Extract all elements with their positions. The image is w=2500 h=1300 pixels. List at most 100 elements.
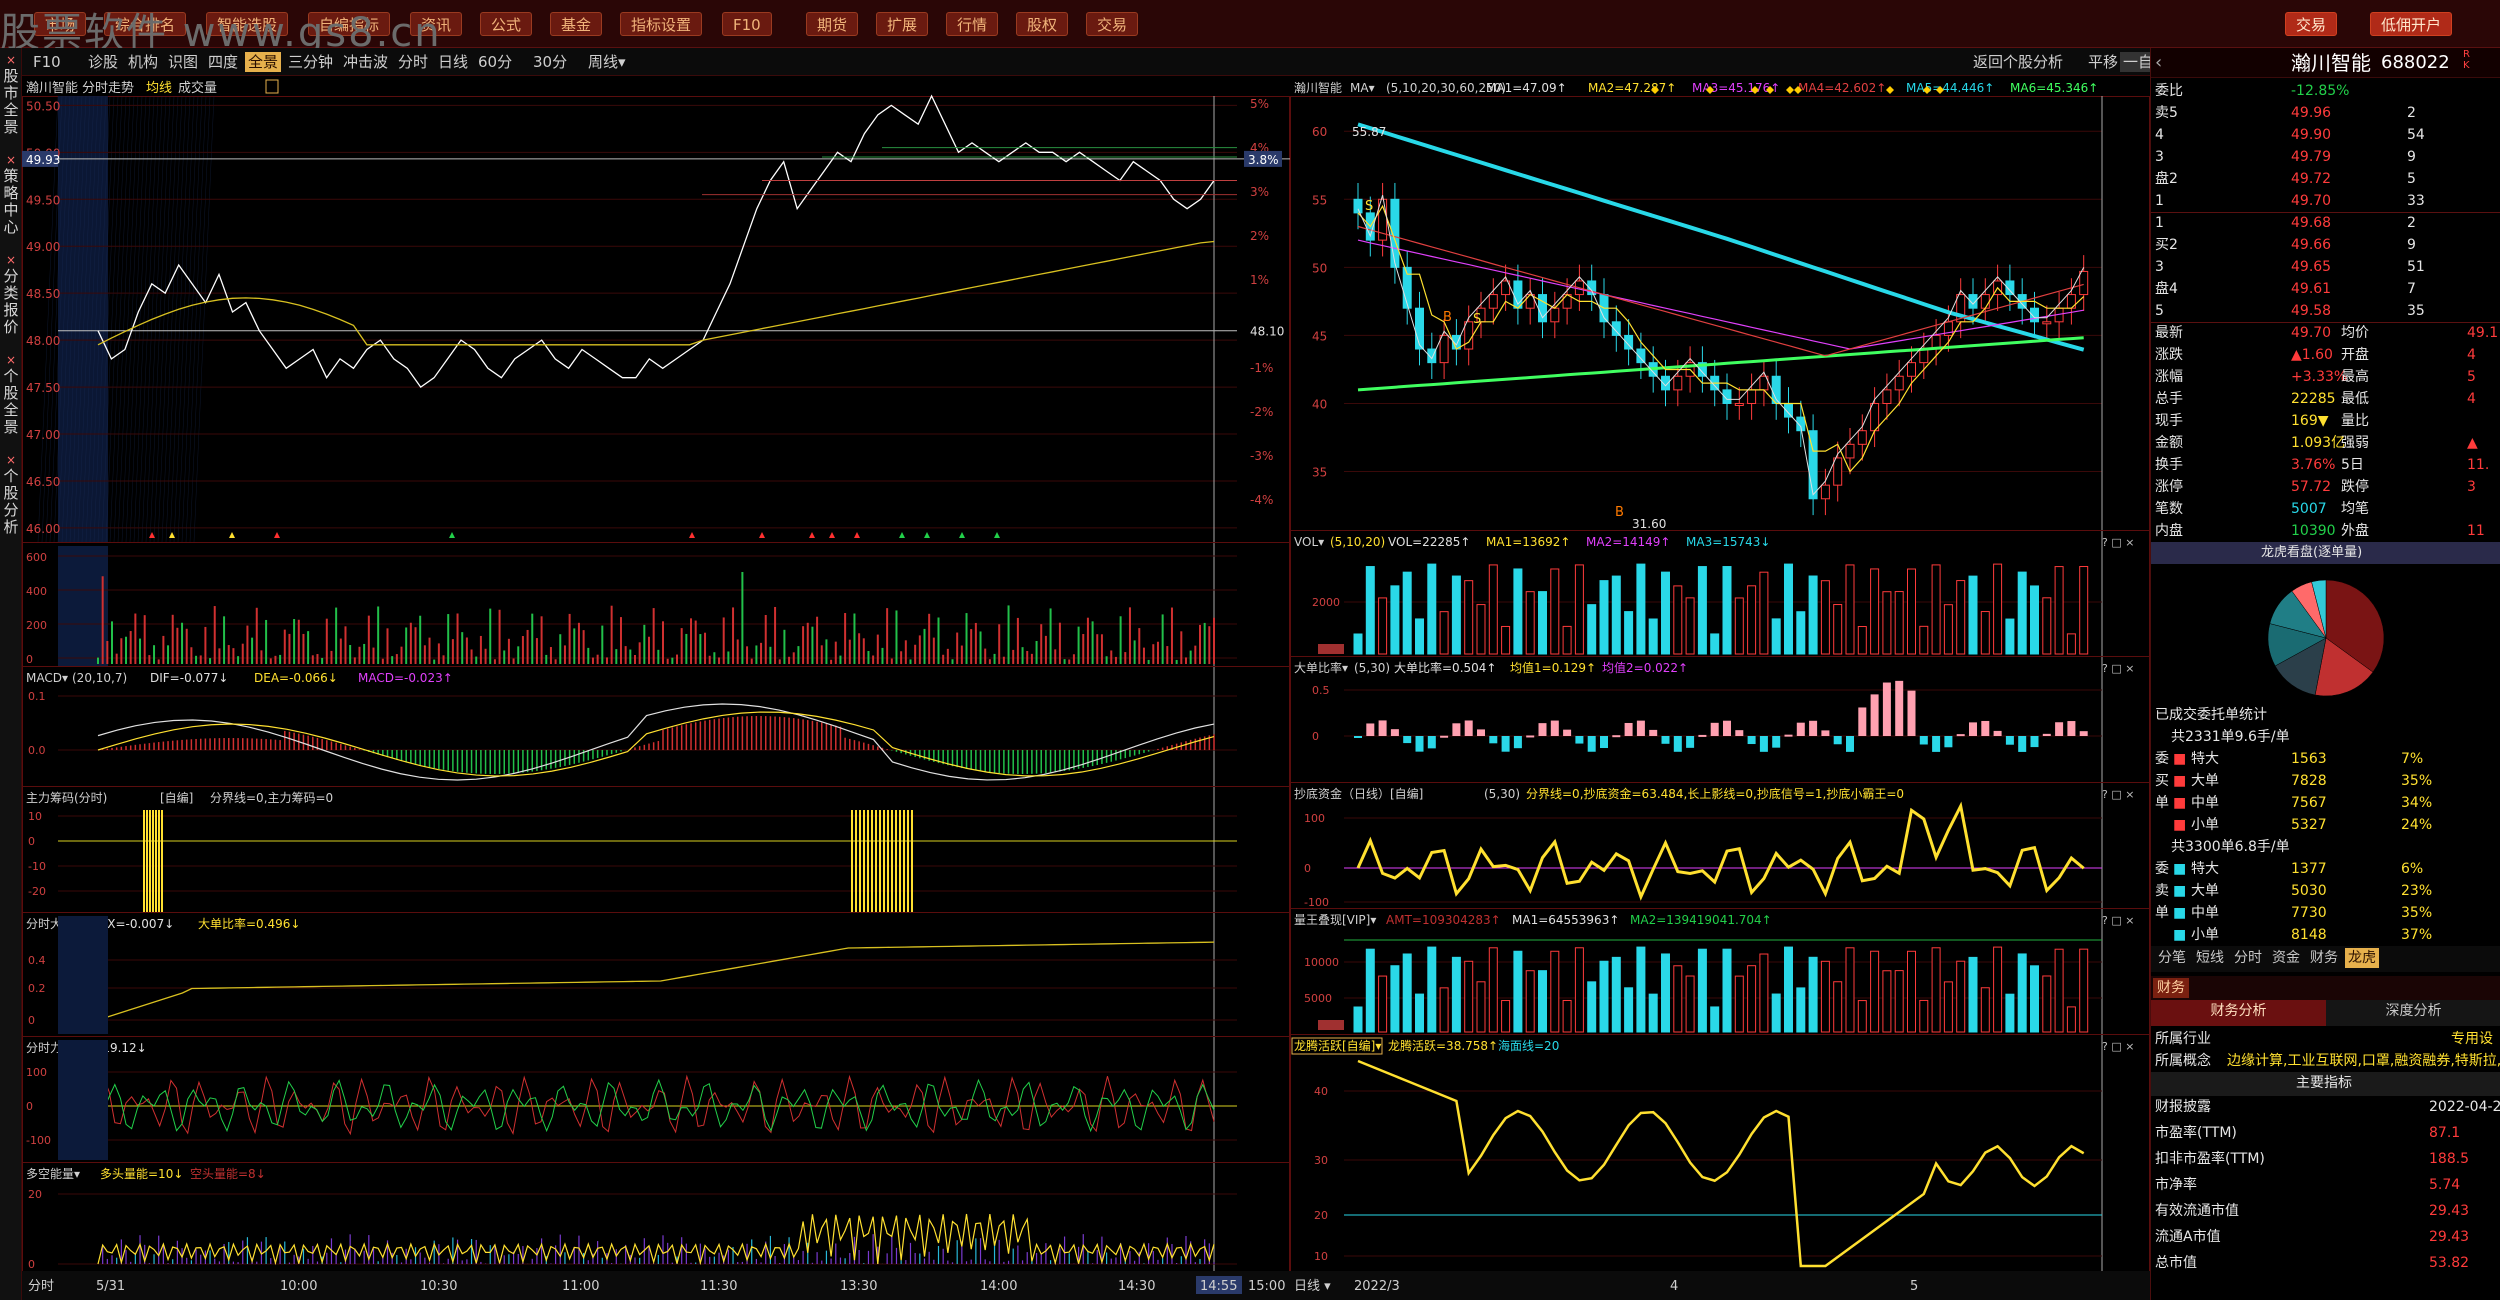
- stat-label: 涨停: [2155, 479, 2183, 495]
- tab-5[interactable]: 全景: [245, 52, 282, 72]
- tab-0[interactable]: F10: [30, 52, 64, 72]
- menu-item-9[interactable]: 期货: [806, 12, 859, 36]
- menu-item-10[interactable]: 扩展: [876, 12, 929, 36]
- stat-label: 现手: [2155, 413, 2183, 429]
- ratio-bar: [1538, 723, 1547, 736]
- candle-body: [2079, 270, 2089, 296]
- vol-bar: [1501, 625, 1511, 655]
- ratio-bar: [1452, 723, 1461, 736]
- ratio-bar: [1846, 736, 1854, 752]
- stat-label-2: 开盘: [2341, 347, 2369, 363]
- candle-body: [1845, 443, 1855, 459]
- menu-item-12[interactable]: 股权: [1016, 12, 1069, 36]
- bid-price: 49.65: [2291, 259, 2332, 275]
- bid-price: 49.58: [2291, 303, 2332, 319]
- ma250-line: [1357, 122, 2085, 352]
- menu-item-7[interactable]: 指标设置: [620, 12, 703, 36]
- tab-4[interactable]: 四度: [205, 52, 241, 72]
- bid-row: 3 49.65 51: [2151, 256, 2500, 278]
- energy-short: 空头量能=8↓: [190, 1167, 266, 1181]
- fund-tick: -100: [1304, 896, 1329, 909]
- tab-7[interactable]: 冲击波: [340, 52, 391, 72]
- trade-button[interactable]: 交易: [2285, 12, 2338, 36]
- tab-3[interactable]: 识图: [165, 52, 201, 72]
- fund-tick: 100: [1304, 812, 1325, 825]
- fin-row: 扣非市盈率(TTM) 188.5: [2151, 1148, 2500, 1174]
- shade-hatch: [145, 95, 167, 543]
- stat-value-2: 3: [2467, 479, 2476, 495]
- side-item-4[interactable]: 个股分析: [2, 468, 20, 536]
- subtab-4[interactable]: 财务: [2307, 948, 2341, 968]
- vol-bar: [1857, 626, 1867, 655]
- return-analysis-link[interactable]: 返回个股分析: [1970, 52, 2066, 72]
- energy-long: 多头量能=10↓: [100, 1167, 183, 1181]
- menu-item-13[interactable]: 交易: [1086, 12, 1139, 36]
- fin-label: 市净率: [2155, 1177, 2197, 1193]
- shade-hatch: [169, 95, 191, 543]
- vol-tick: 200: [26, 619, 47, 632]
- buy-vol: 5327: [2291, 817, 2327, 833]
- subtab-1[interactable]: 短线: [2193, 948, 2227, 968]
- quote-panel: ‹ 瀚川智能 688022 RK 委比 -12.85% 卖5 49.96 2 4 49.90…: [2150, 48, 2500, 1300]
- daily-time-tick: 4: [1670, 1279, 1678, 1294]
- amount-bar: [1378, 975, 1388, 1033]
- subtab-2[interactable]: 分时: [2231, 948, 2265, 968]
- chip-tick: -20: [28, 885, 46, 898]
- vol-bar: [1870, 568, 1880, 655]
- sell-type: 大单: [2191, 883, 2219, 899]
- intraday-chart-area[interactable]: 瀚川智能分时走势均线成交量50.5050.0049.5049.0048.5048…: [22, 76, 1290, 1300]
- bs-signal: S: [1365, 199, 1373, 214]
- stat-label-2: 最低: [2341, 391, 2369, 407]
- ratio-bar: [1563, 729, 1572, 736]
- vol-bar: [1771, 618, 1781, 655]
- time-tick: 5/31: [96, 1279, 125, 1294]
- watchlist-select[interactable]: 一自选: [2120, 52, 2150, 72]
- bid-volume: 51: [2407, 259, 2425, 275]
- back-icon[interactable]: ‹: [2155, 52, 2162, 74]
- tab-11[interactable]: 30分: [530, 52, 570, 72]
- fin-sub-0[interactable]: 财务分析: [2151, 1000, 2326, 1026]
- daily-tab-bar: 返回个股分析 平移 一自选: [1290, 48, 2150, 76]
- amount-bar: [2054, 948, 2064, 1033]
- tab-9[interactable]: 日线: [435, 52, 471, 72]
- side-item-3[interactable]: 个股全景: [2, 368, 20, 436]
- sell-vol: 5030: [2291, 883, 2327, 899]
- ratio-bar: [2005, 736, 2014, 745]
- vol-value: VOL=22285↑: [1388, 535, 1470, 549]
- tab-6[interactable]: 三分钟: [285, 52, 336, 72]
- amount-bar: [1993, 946, 2003, 1033]
- menu-item-5[interactable]: 公式: [480, 12, 533, 36]
- menu-item-8[interactable]: F10: [722, 12, 772, 36]
- subtab-5[interactable]: 龙虎: [2345, 948, 2379, 968]
- menu-item-11[interactable]: 行情: [946, 12, 999, 36]
- side-item-2[interactable]: 分类报价: [2, 268, 20, 336]
- vol-tick: 0: [26, 653, 33, 666]
- signal-marker: [924, 532, 930, 538]
- candle-body: [1857, 430, 1867, 445]
- sell-order-row: 单 ■ 中单 7730 35%: [2151, 902, 2500, 924]
- stat-label: 金额: [2155, 435, 2183, 451]
- side-item-1[interactable]: 策略中心: [2, 168, 20, 236]
- bid-volume: 7: [2407, 281, 2416, 297]
- open-account-button[interactable]: 低佣开户: [2370, 12, 2453, 36]
- vol-bar: [1833, 604, 1843, 655]
- time-tick: 13:30: [840, 1279, 877, 1294]
- tab-12[interactable]: 周线▾: [585, 52, 629, 72]
- fin-value: 87.1: [2429, 1125, 2461, 1141]
- fin-sub-1[interactable]: 深度分析: [2326, 1000, 2500, 1026]
- daily-chart-area[interactable]: 瀚川智能 MA▾ (5,10,20,30,60,250)MA1=47.09↑ MA2=…: [1290, 76, 2150, 1300]
- candle-body: [1980, 294, 1990, 309]
- vol-bar: [1427, 563, 1437, 655]
- tab-1[interactable]: 诊股: [85, 52, 121, 72]
- tab-8[interactable]: 分时: [395, 52, 431, 72]
- menu-item-6[interactable]: 基金: [550, 12, 603, 36]
- flat-button[interactable]: 平移: [2085, 52, 2121, 72]
- tab-2[interactable]: 机构: [125, 52, 161, 72]
- subtab-3[interactable]: 资金: [2269, 948, 2303, 968]
- tab-10[interactable]: 60分: [475, 52, 515, 72]
- amount-bar: [1673, 965, 1683, 1033]
- side-item-0[interactable]: 股市全景: [2, 68, 20, 136]
- fin-tab[interactable]: 财务: [2153, 978, 2189, 998]
- vol-bar: [1968, 575, 1978, 655]
- subtab-0[interactable]: 分笔: [2155, 948, 2189, 968]
